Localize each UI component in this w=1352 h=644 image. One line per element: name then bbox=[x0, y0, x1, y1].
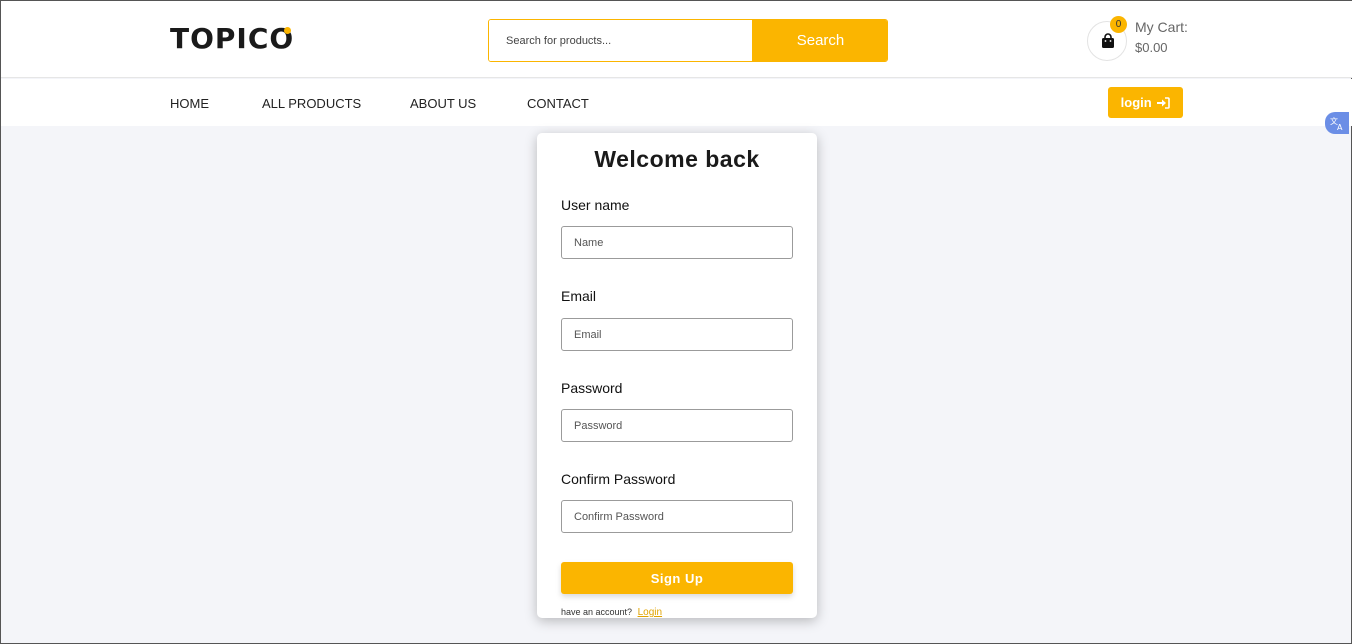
translate-widget[interactable]: 文 A bbox=[1325, 112, 1349, 134]
password-label: Password bbox=[561, 380, 623, 396]
nav-home[interactable]: HOME bbox=[170, 96, 209, 111]
confirm-password-field[interactable] bbox=[561, 500, 793, 533]
search-button[interactable]: Search bbox=[752, 20, 887, 61]
svg-text:A: A bbox=[1337, 123, 1343, 131]
signup-button[interactable]: Sign Up bbox=[561, 562, 793, 594]
login-button-label: login bbox=[1120, 95, 1152, 110]
have-account-text: have an account? bbox=[561, 607, 633, 617]
username-field[interactable] bbox=[561, 226, 793, 259]
username-label: User name bbox=[561, 197, 630, 213]
cart-total: $0.00 bbox=[1135, 40, 1168, 55]
cart-count-badge: 0 bbox=[1110, 16, 1127, 33]
email-label: Email bbox=[561, 288, 597, 304]
search-input[interactable] bbox=[489, 20, 752, 61]
confirm-password-label: Confirm Password bbox=[561, 471, 676, 487]
nav-contact[interactable]: CONTACT bbox=[527, 96, 589, 111]
nav-about-us[interactable]: ABOUT US bbox=[410, 96, 476, 111]
cart-label: My Cart: bbox=[1135, 19, 1188, 35]
shopping-bag-icon bbox=[1102, 33, 1114, 48]
have-account-row: have an account? Login bbox=[561, 607, 662, 618]
translate-icon: 文 A bbox=[1330, 116, 1343, 131]
login-button[interactable]: login bbox=[1108, 87, 1183, 118]
main-nav: HOME ALL PRODUCTS ABOUT US CONTACT login bbox=[1, 79, 1352, 126]
login-link[interactable]: Login bbox=[638, 607, 662, 618]
email-field[interactable] bbox=[561, 318, 793, 351]
search-bar: Search bbox=[488, 19, 888, 62]
form-title: Welcome back bbox=[594, 146, 760, 172]
signup-card: Welcome back User name Email Password Co… bbox=[537, 133, 817, 618]
logo[interactable]: TOPICO bbox=[170, 21, 294, 57]
header: TOPICO Search 0 My Cart: $0.00 bbox=[1, 1, 1352, 78]
nav-all-products[interactable]: ALL PRODUCTS bbox=[262, 96, 361, 111]
logo-dot bbox=[284, 27, 291, 34]
sign-in-icon bbox=[1157, 97, 1171, 109]
password-field[interactable] bbox=[561, 409, 793, 442]
